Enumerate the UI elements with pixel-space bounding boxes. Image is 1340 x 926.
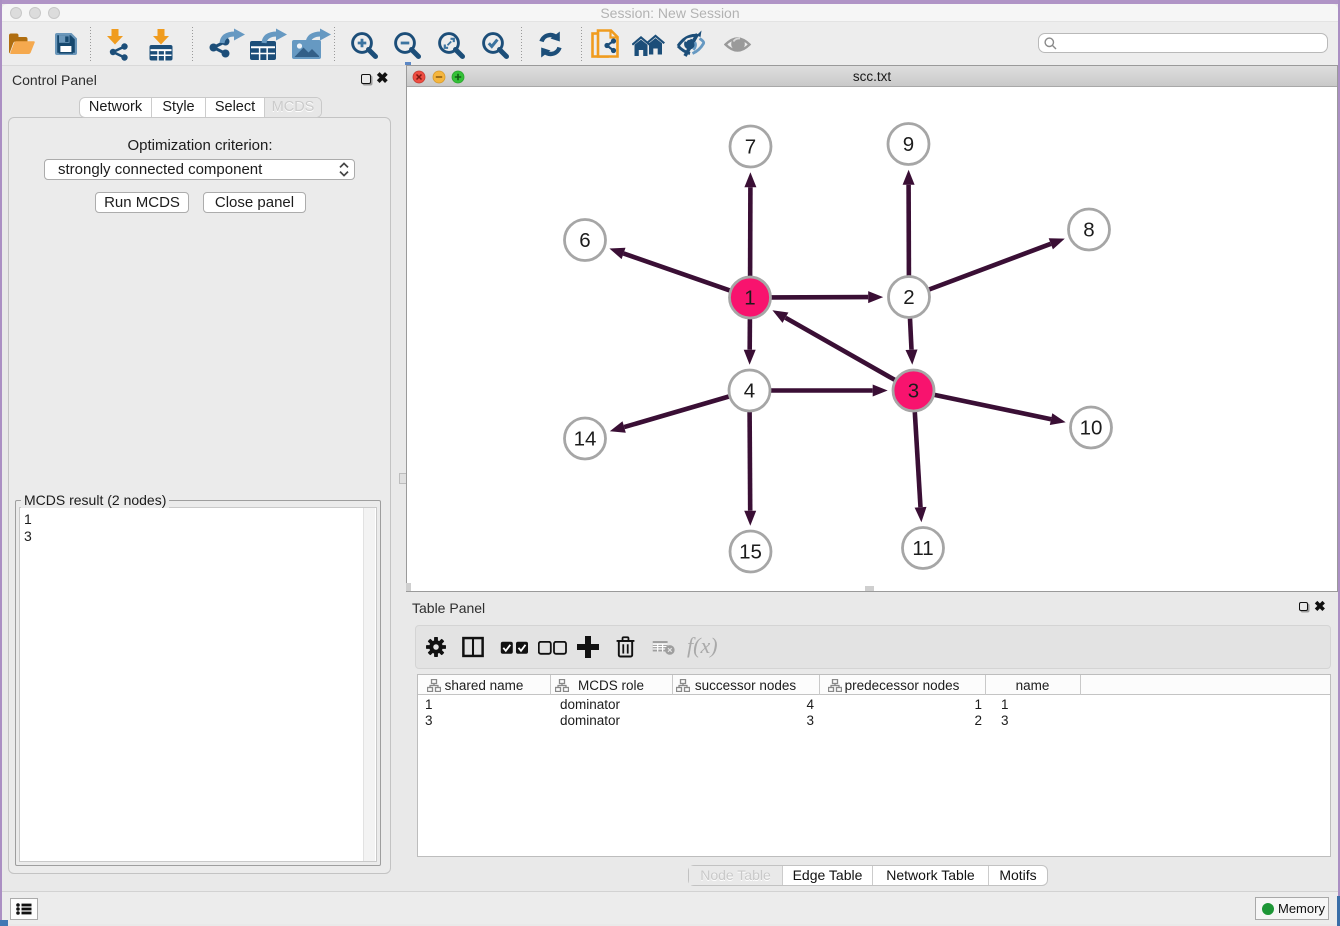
svg-text:2: 2 [903, 286, 914, 309]
svg-text:6: 6 [579, 229, 590, 252]
svg-text:7: 7 [745, 136, 756, 159]
svg-text:15: 15 [739, 541, 762, 564]
svg-text:3: 3 [908, 380, 919, 403]
svg-text:10: 10 [1080, 417, 1103, 440]
svg-text:14: 14 [574, 428, 597, 451]
svg-text:8: 8 [1083, 219, 1094, 242]
svg-text:9: 9 [903, 133, 914, 156]
svg-text:4: 4 [744, 380, 755, 403]
svg-text:11: 11 [912, 537, 933, 560]
svg-text:1: 1 [744, 287, 755, 310]
